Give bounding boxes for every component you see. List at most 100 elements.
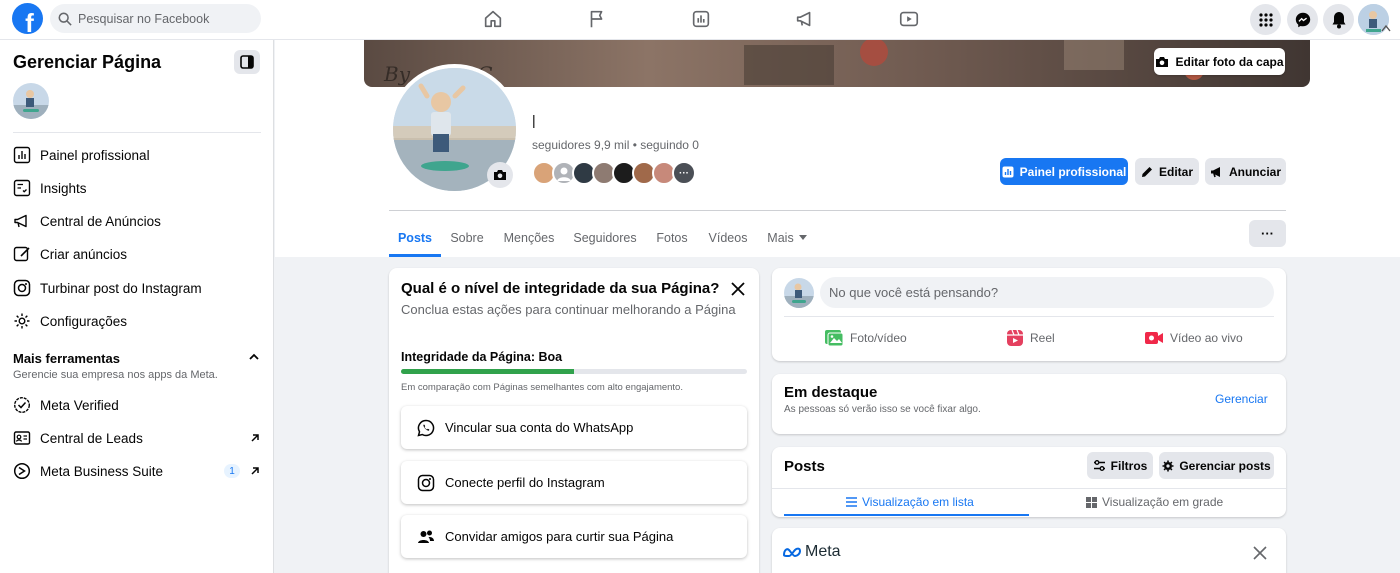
grid-view-tab[interactable]: Visualização em grade	[1086, 491, 1223, 513]
insights-icon[interactable]	[690, 8, 712, 30]
business-suite-icon	[13, 462, 31, 480]
tab-more[interactable]: Mais	[763, 219, 811, 257]
sidebar-item-meta-verified[interactable]: Meta Verified	[0, 389, 273, 421]
page-integrity-card: Qual é o nível de integridade da sua Pág…	[389, 268, 759, 573]
facebook-logo[interactable]: f	[12, 3, 43, 34]
invite-friends-button[interactable]: Convidar amigos para curtir sua Página	[401, 515, 747, 558]
photo-icon	[825, 330, 844, 347]
more-tools-title: Mais ferramentas	[13, 351, 120, 366]
post-composer: Foto/vídeo Reel Vídeo ao vivo	[772, 268, 1286, 361]
list-icon	[846, 497, 857, 507]
tab-posts[interactable]: Posts	[389, 219, 441, 257]
more-options-button[interactable]: ···	[1249, 220, 1286, 247]
composer-action-label: Vídeo ao vivo	[1170, 331, 1243, 345]
integrity-subtitle: Conclua estas ações para continuar melho…	[401, 302, 736, 317]
whats-on-your-mind-input[interactable]	[820, 277, 1274, 308]
active-tab-indicator	[389, 254, 441, 257]
tab-followers[interactable]: Seguidores	[570, 219, 640, 257]
flag-icon[interactable]	[586, 8, 608, 30]
camera-icon	[1156, 56, 1169, 67]
camera-icon	[494, 170, 506, 180]
tab-mentions[interactable]: Menções	[500, 219, 558, 257]
search-icon	[58, 12, 72, 26]
edit-button[interactable]: Editar	[1135, 158, 1199, 185]
sidebar-item-ads-center[interactable]: Central de Anúncios	[0, 205, 273, 237]
close-icon[interactable]	[729, 280, 747, 298]
sidebar-item-label: Painel profissional	[40, 147, 150, 163]
messenger-icon[interactable]	[1287, 4, 1318, 35]
featured-card: Em destaque As pessoas só verão isso se …	[772, 374, 1286, 434]
external-link-icon[interactable]	[249, 432, 261, 444]
integrity-progress-fill	[401, 369, 574, 374]
pencil-icon	[13, 246, 30, 262]
filters-label: Filtros	[1110, 458, 1148, 473]
megaphone-icon[interactable]	[794, 8, 816, 30]
home-icon[interactable]	[482, 8, 504, 30]
page-avatar[interactable]	[784, 278, 814, 308]
change-profile-photo-button[interactable]	[487, 162, 513, 188]
filters-icon	[1093, 460, 1105, 471]
integrity-progress-track	[401, 369, 747, 374]
advertise-button[interactable]: Anunciar	[1205, 158, 1286, 185]
tab-more-label: Mais	[767, 231, 794, 245]
chevron-up-icon[interactable]	[248, 351, 260, 363]
featured-manage-link[interactable]: Gerenciar	[1215, 392, 1268, 406]
tab-photos[interactable]: Fotos	[651, 219, 693, 257]
action-label: Vincular sua conta do WhatsApp	[445, 420, 634, 435]
sidebar-item-settings[interactable]: Configurações	[0, 305, 273, 337]
sidebar-item-boost-instagram[interactable]: Turbinar post do Instagram	[0, 272, 273, 304]
sidebar-item-label: Meta Verified	[40, 397, 119, 413]
collapse-sidebar-icon[interactable]	[234, 50, 260, 74]
whatsapp-icon	[417, 419, 435, 437]
meta-logo: Meta	[782, 543, 841, 561]
sidebar-item-label: Configurações	[40, 313, 128, 329]
composer-action-label: Reel	[1030, 331, 1055, 345]
reel-button[interactable]: Reel	[1006, 326, 1055, 350]
external-link-icon[interactable]	[249, 465, 261, 477]
megaphone-icon	[1210, 166, 1220, 177]
sidebar-item-label: Criar anúncios	[40, 246, 128, 262]
professional-dashboard-label: Painel profissional	[1019, 164, 1127, 179]
photo-video-button[interactable]: Foto/vídeo	[824, 326, 907, 350]
sidebar-title: Gerenciar Página	[13, 52, 162, 72]
filters-button[interactable]: Filtros	[1087, 452, 1153, 479]
search-input[interactable]	[78, 11, 248, 26]
insights-icon	[13, 179, 31, 197]
verified-icon	[13, 396, 31, 414]
edit-cover-label: Editar foto da capa	[1175, 54, 1284, 69]
video-icon[interactable]	[898, 8, 920, 30]
menu-grid-icon[interactable]	[1250, 4, 1281, 35]
dashboard-icon	[1002, 166, 1014, 177]
connect-instagram-button[interactable]: Conecte perfil do Instagram	[401, 461, 747, 504]
follower-avatars[interactable]: ···	[532, 161, 696, 185]
tab-about[interactable]: Sobre	[446, 219, 488, 257]
followers-count[interactable]: seguidores 9,9 mil • seguindo 0	[532, 138, 699, 152]
sidebar-item-dashboard[interactable]: Painel profissional	[0, 139, 273, 171]
sidebar-item-label: Central de Leads	[40, 430, 143, 446]
page-name: |	[532, 112, 536, 128]
close-icon[interactable]	[1253, 546, 1267, 560]
sidebar-item-insights[interactable]: Insights	[0, 172, 273, 204]
link-whatsapp-button[interactable]: Vincular sua conta do WhatsApp	[401, 406, 747, 449]
integrity-title: Qual é o nível de integridade da sua Pág…	[401, 280, 720, 297]
meta-infinity-icon	[782, 547, 802, 558]
caret-down-icon	[798, 235, 807, 240]
professional-dashboard-button[interactable]: Painel profissional	[1000, 158, 1128, 185]
live-video-button[interactable]: Vídeo ao vivo	[1144, 326, 1243, 350]
tabs-divider	[389, 210, 1286, 211]
meta-logo-text: Meta	[805, 543, 841, 560]
sidebar-item-leads-center[interactable]: Central de Leads	[0, 422, 273, 454]
list-view-tab[interactable]: Visualização em lista	[846, 491, 974, 513]
tab-videos[interactable]: Vídeos	[704, 219, 752, 257]
manage-posts-button[interactable]: Gerenciar posts	[1159, 452, 1274, 479]
more-tools-subtitle: Gerencie sua empresa nos apps da Meta.	[13, 369, 218, 381]
sidebar-item-create-ads[interactable]: Criar anúncios	[0, 238, 273, 270]
edit-cover-button[interactable]: Editar foto da capa	[1154, 48, 1285, 75]
more-followers-icon[interactable]: ···	[672, 161, 696, 185]
posts-divider	[772, 488, 1286, 489]
notifications-icon[interactable]	[1323, 4, 1354, 35]
search-box[interactable]	[50, 4, 261, 33]
integrity-status: Integridade da Página: Boa	[401, 350, 563, 364]
page-avatar[interactable]	[13, 83, 49, 119]
scroll-up-arrow[interactable]	[1381, 24, 1391, 32]
